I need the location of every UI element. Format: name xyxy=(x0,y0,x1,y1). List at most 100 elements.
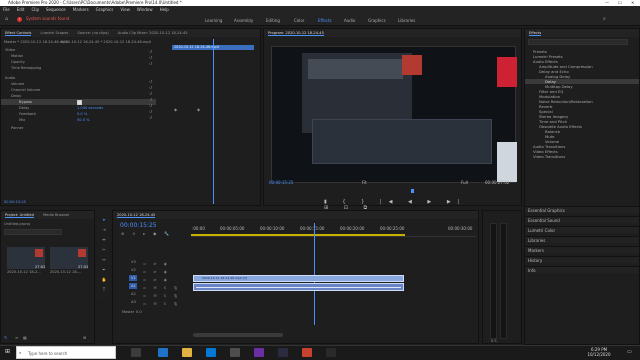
track-select-tool-icon[interactable]: ⇥ xyxy=(101,227,107,232)
alert-text[interactable]: System sounds found xyxy=(26,16,69,22)
type-tool-icon[interactable]: T xyxy=(101,287,107,292)
effects-search-input[interactable] xyxy=(528,39,628,45)
project-item-label[interactable]: 2020-10-12 18-2... xyxy=(7,270,41,274)
workspace-editing[interactable]: Editing xyxy=(266,18,280,23)
section-essential-graphics[interactable]: Essential Graphics xyxy=(525,206,639,213)
timeline-playhead[interactable] xyxy=(314,223,315,325)
menu-sequence[interactable]: Sequence xyxy=(46,6,66,13)
ec-row-mix[interactable]: Mix xyxy=(19,118,25,122)
notification-icon[interactable]: ▭ xyxy=(627,349,632,355)
ec-row-volume[interactable]: Volume xyxy=(11,82,24,86)
workspace-audio[interactable]: Audio xyxy=(344,18,355,23)
ec-row-delay[interactable]: Delay xyxy=(11,94,21,98)
list-view-icon[interactable]: ≡ xyxy=(15,335,18,340)
ec-playhead[interactable] xyxy=(213,39,214,204)
ec-row-opacity[interactable]: Opacity xyxy=(11,60,25,64)
tab-project[interactable]: Project: Untitled xyxy=(5,213,34,218)
ec-timecode[interactable]: 00:00:15:25 xyxy=(4,200,26,204)
project-item-label[interactable]: 2020-10-12 18-... xyxy=(50,270,81,274)
workspace-color[interactable]: Color xyxy=(294,18,304,23)
razor-tool-icon[interactable]: ✂ xyxy=(101,247,107,252)
app-icon[interactable] xyxy=(230,348,240,357)
work-area-bar[interactable] xyxy=(191,234,405,236)
edge-icon[interactable] xyxy=(158,348,168,357)
track-label-a3[interactable]: A3 xyxy=(131,300,136,304)
icon-view-icon[interactable]: ▦ xyxy=(23,335,27,340)
workspace-libraries[interactable]: Libraries xyxy=(398,18,415,23)
slip-tool-icon[interactable]: ↔ xyxy=(101,257,107,262)
workspace-effects[interactable]: Effects xyxy=(318,18,332,23)
workspace-assembly[interactable]: Assembly xyxy=(234,18,253,23)
menu-file[interactable]: File xyxy=(3,6,10,13)
tab-lumetri-scopes[interactable]: Lumetri Scopes xyxy=(41,31,69,35)
quality-dropdown[interactable]: Full xyxy=(461,180,468,185)
ec-row-panner[interactable]: Panner xyxy=(11,126,23,130)
section-history[interactable]: History xyxy=(525,256,639,263)
alert-icon[interactable]: ! xyxy=(17,17,22,22)
tab-audio-clip-mixer[interactable]: Audio Clip Mixer: 2020-10-12 18-24-45 xyxy=(118,31,188,35)
audio-clip[interactable] xyxy=(193,283,404,291)
menu-view[interactable]: View xyxy=(120,6,130,13)
obs-icon[interactable] xyxy=(326,348,336,357)
timeline-tab[interactable]: 2020-10-12 18-24-45 xyxy=(117,213,156,218)
timeline-scrollbar[interactable] xyxy=(193,333,283,337)
task-view-icon[interactable] xyxy=(131,348,141,357)
effects-title[interactable]: Effects xyxy=(529,31,542,36)
section-lumetri-color[interactable]: Lumetri Color xyxy=(525,226,639,233)
pencil-icon[interactable]: ✎ xyxy=(4,335,7,340)
track-controls[interactable]: ▭ ⇄ ◉ ▭ ⇄ ◉ ▭ ⇄ ◉ ▭ M S 🎙 ▭ M S 🎙 ▭ M S 🎙 xyxy=(143,260,181,308)
tab-effect-controls[interactable]: Effect Controls xyxy=(5,31,32,36)
ec-row-feedback[interactable]: Feedback xyxy=(19,112,36,116)
workspace-learning[interactable]: Learning xyxy=(205,18,222,23)
fit-dropdown[interactable]: Fit xyxy=(362,180,367,185)
new-item-icon[interactable]: ⊞ xyxy=(83,335,86,340)
ec-row-delay-param[interactable]: Delay xyxy=(19,106,29,110)
pen-tool-icon[interactable]: ✒ xyxy=(101,267,107,272)
track-label-v3[interactable]: V3 xyxy=(131,260,136,264)
tab-source[interactable]: Source: (no clips) xyxy=(77,31,108,35)
sequence-selector[interactable]: 2020-10-12 18-24-45 * 2020-10-12 18-24-4… xyxy=(61,40,151,44)
home-icon[interactable]: ⌂ xyxy=(5,16,13,23)
windows-start-icon[interactable]: ⊞ xyxy=(5,348,10,355)
menu-window[interactable]: Window xyxy=(137,6,153,13)
program-timecode[interactable]: 00:00:15:25 xyxy=(269,180,293,185)
ec-row-channel-volume[interactable]: Channel Volume xyxy=(11,88,40,92)
taskbar-search[interactable]: ⌕ Type here to search xyxy=(16,346,116,359)
app-icon[interactable] xyxy=(302,348,312,357)
track-label-a1[interactable]: A1 xyxy=(131,284,136,288)
keyframe-icon[interactable]: ◆ xyxy=(197,107,200,112)
delay-value[interactable]: 1.000 seconds xyxy=(77,106,103,110)
feedback-value[interactable]: 0.0 % xyxy=(77,112,87,116)
program-playhead[interactable] xyxy=(411,189,414,193)
master-value[interactable]: 0.0 xyxy=(136,310,142,314)
section-libraries[interactable]: Libraries xyxy=(525,236,639,243)
section-markers[interactable]: Markers xyxy=(525,246,639,253)
meter-solo-buttons[interactable]: S S xyxy=(491,339,497,343)
selection-tool-icon[interactable]: ➤ xyxy=(101,217,107,222)
track-label-a2[interactable]: A2 xyxy=(131,292,136,296)
search-icon[interactable]: ⌕ xyxy=(603,16,606,22)
tab-media-browser[interactable]: Media Browser xyxy=(43,213,70,217)
clip-selector[interactable]: Master * 2020-10-12 18-24-46.mp4 xyxy=(4,40,68,44)
menu-clip[interactable]: Clip xyxy=(31,6,39,13)
tray-clock[interactable]: 6:29 PM 10/12/2020 xyxy=(579,347,619,357)
timeline-toolbar-icons[interactable]: ⊕∩▸◆🔧 xyxy=(121,231,177,236)
section-info[interactable]: Info xyxy=(525,266,639,273)
ripple-edit-tool-icon[interactable]: ⇹ xyxy=(101,237,107,242)
ec-row-time-remapping[interactable]: Time Remapping xyxy=(11,66,41,70)
menu-markers[interactable]: Markers xyxy=(73,6,89,13)
track-label-v2[interactable]: V2 xyxy=(131,268,136,272)
section-essential-sound[interactable]: Essential Sound xyxy=(525,216,639,223)
ec-row-motion[interactable]: Motion xyxy=(11,54,23,58)
menu-help[interactable]: Help xyxy=(160,6,169,13)
file-explorer-icon[interactable] xyxy=(182,348,192,357)
app-icon[interactable] xyxy=(278,348,288,357)
video-clip[interactable]: 2020-10-12 18-24-46.mp4 [V] xyxy=(193,275,404,282)
reset-icons[interactable]: ↺ ↺ ↺ ↺ ↺ ↺ ↺ ↺ ↺ ↺ xyxy=(149,49,152,121)
timeline-timecode[interactable]: 00:00:15:25 xyxy=(120,222,157,229)
project-search-input[interactable] xyxy=(4,229,62,235)
hand-tool-icon[interactable]: ✋ xyxy=(101,277,107,282)
program-video-frame[interactable] xyxy=(271,46,517,183)
premiere-pro-icon[interactable] xyxy=(254,348,264,357)
track-label-v1[interactable]: V1 xyxy=(131,276,136,280)
